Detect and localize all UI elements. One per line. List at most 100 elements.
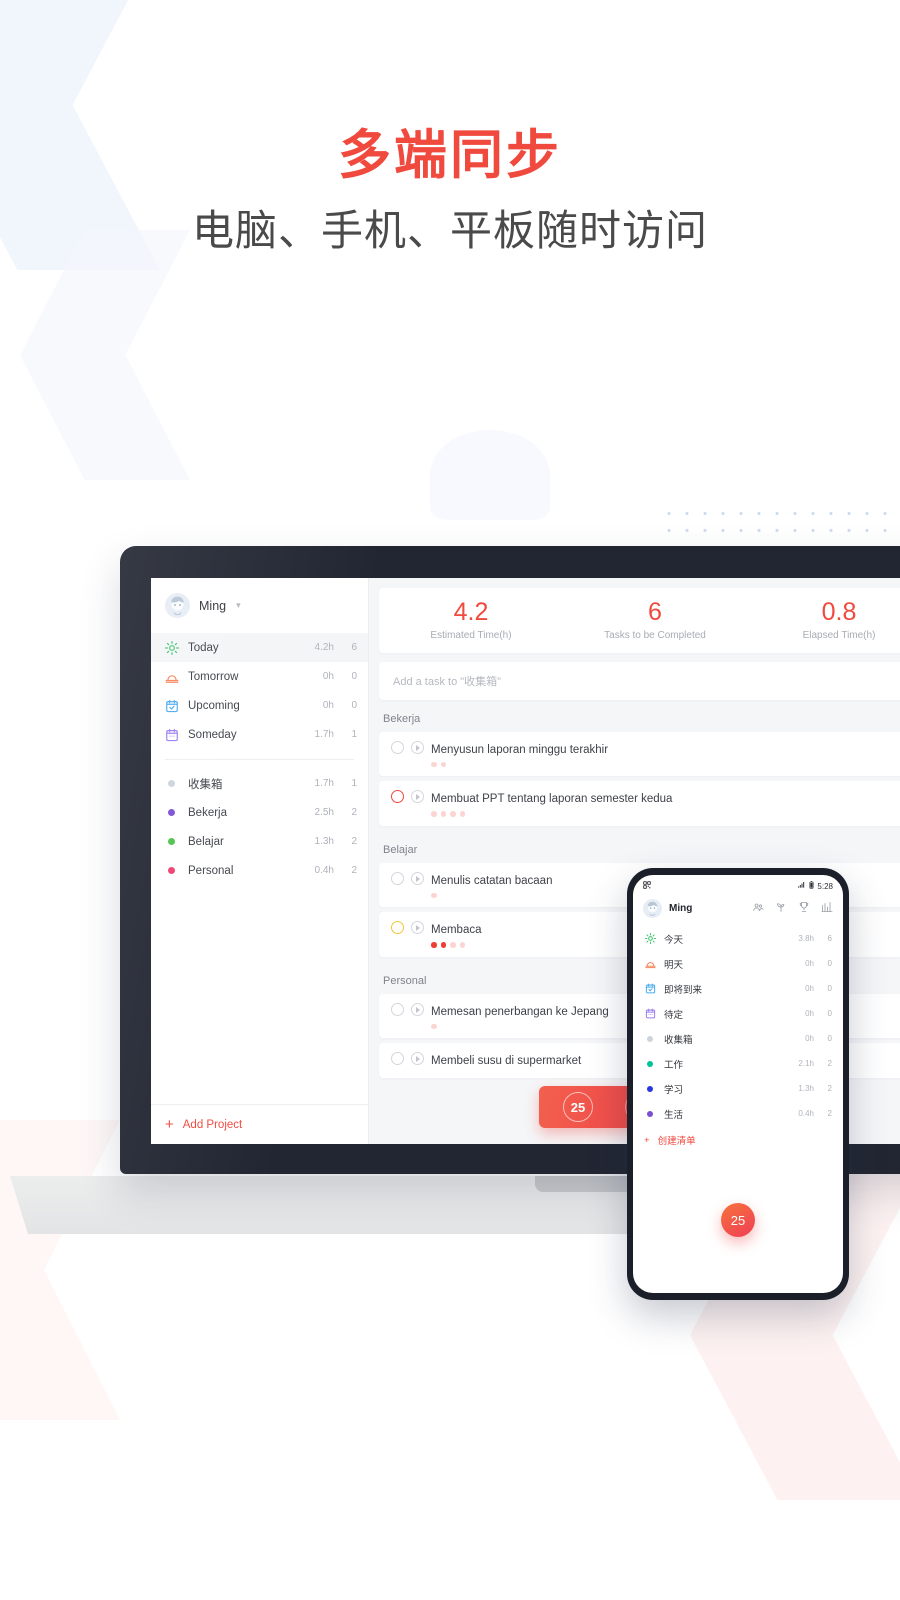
task-checkbox[interactable] (391, 1002, 404, 1016)
phone-item-time: 3.8h (798, 934, 814, 943)
phone-status-bar: 5:28 (633, 875, 843, 893)
add-project-button[interactable]: + Add Project (151, 1104, 368, 1144)
task-body: Menyusun laporan minggu terakhir (431, 740, 900, 767)
phone-item-count: 2 (827, 1084, 832, 1093)
task-group-title: Belajar (383, 843, 418, 856)
phone-project-study[interactable]: 学习 1.3h 2 (633, 1076, 843, 1101)
project-dot-icon (644, 1108, 656, 1120)
calendar-check-icon (644, 983, 656, 995)
task-group-title: Bekerja (383, 712, 421, 725)
sidebar-item-today[interactable]: Today 4.2h 6 (151, 633, 368, 662)
sidebar-item-time: 1.7h (314, 778, 334, 789)
desktop-sidebar: Ming ▾ Today 4.2h 6 Tomorrow 0h 0 Upcomi… (151, 578, 369, 1144)
sidebar-item-count: 0 (351, 700, 357, 711)
task-checkbox[interactable] (391, 921, 404, 934)
add-task-input[interactable]: Add a task to "收集箱" (379, 661, 900, 700)
qr-code-icon (643, 881, 651, 891)
sidebar-item-label: 收集箱 (188, 778, 223, 791)
play-icon[interactable] (411, 790, 424, 803)
sidebar-item-count: 2 (351, 865, 357, 876)
phone-mockup: 5:28 Ming 今天 3.8h 6 明天 0h 0 即将到来 0h 0 待定… (627, 868, 849, 1300)
sidebar-item-time: 0.4h (314, 865, 334, 876)
phone-project-work[interactable]: 工作 2.1h 2 (633, 1051, 843, 1076)
calendar-check-icon (164, 698, 179, 713)
phone-item-count: 2 (827, 1109, 832, 1118)
pomodoro-fab[interactable]: 25 (721, 1203, 755, 1237)
phone-item-count: 0 (827, 1034, 832, 1043)
sidebar-item-time: 1.7h (314, 729, 334, 740)
sidebar-project-bekerja[interactable]: Bekerja 2.5h 2 (151, 798, 368, 827)
play-icon[interactable] (411, 740, 424, 754)
sidebar-item-count: 1 (351, 778, 357, 789)
play-icon[interactable] (411, 1052, 424, 1065)
phone-item-label: 明天 (664, 959, 684, 971)
project-dot-icon (164, 834, 179, 849)
sidebar-project-belajar[interactable]: Belajar 1.3h 2 (151, 827, 368, 856)
phone-item-label: 收集箱 (664, 1034, 693, 1046)
task-title: Menulis catatan bacaan (431, 874, 553, 887)
stats-bar: 4.2 Estimated Time(h) 6 Tasks to be Comp… (379, 588, 900, 653)
sidebar-item-time: 4.2h (314, 642, 334, 653)
sunrise-icon (164, 669, 179, 684)
avatar[interactable] (643, 899, 662, 918)
user-profile-button[interactable]: Ming ▾ (151, 578, 368, 631)
phone-item-count: 6 (827, 934, 832, 943)
smart-list-nav: Today 4.2h 6 Tomorrow 0h 0 Upcoming 0h 0… (151, 631, 368, 885)
stat-label: Estimated Time(h) (430, 629, 512, 641)
sidebar-item-count: 1 (351, 729, 357, 740)
people-icon[interactable] (752, 900, 764, 918)
sidebar-item-tomorrow[interactable]: Tomorrow 0h 0 (151, 662, 368, 691)
sidebar-item-time: 2.5h (314, 807, 334, 818)
phone-item-upcoming[interactable]: 即将到来 0h 0 (633, 976, 843, 1001)
sidebar-project-personal[interactable]: Personal 0.4h 2 (151, 856, 368, 885)
calendar-icon (164, 727, 179, 742)
phone-item-time: 0h (805, 984, 814, 993)
task-checkbox[interactable] (391, 1052, 404, 1065)
create-list-button[interactable]: + 创建清单 (633, 1126, 843, 1154)
sidebar-item-upcoming[interactable]: Upcoming 0h 0 (151, 691, 368, 720)
blob-decoration-center (430, 430, 550, 520)
sprout-icon[interactable] (775, 900, 787, 918)
sun-icon (644, 933, 656, 945)
phone-item-label: 工作 (664, 1059, 684, 1071)
trophy-icon[interactable] (798, 900, 810, 918)
phone-item-someday[interactable]: 待定 0h 0 (633, 1001, 843, 1026)
sidebar-item-someday[interactable]: Someday 1.7h 1 (151, 720, 368, 749)
phone-item-time: 0h (805, 1034, 814, 1043)
sunrise-icon (644, 958, 656, 970)
play-icon[interactable] (411, 921, 424, 934)
status-indicators: 5:28 (797, 881, 833, 891)
task-checkbox[interactable] (391, 790, 404, 803)
phone-item-tomorrow[interactable]: 明天 0h 0 (633, 951, 843, 976)
phone-user-name: Ming (669, 903, 693, 914)
task-checkbox[interactable] (391, 871, 404, 885)
table-row[interactable]: Menyusun laporan minggu terakhir (379, 731, 900, 776)
stat-label: Elapsed Time(h) (802, 629, 876, 641)
sidebar-item-time: 0h (322, 700, 334, 711)
phone-project-inbox[interactable]: 收集箱 0h 0 (633, 1026, 843, 1051)
phone-screen: 5:28 Ming 今天 3.8h 6 明天 0h 0 即将到来 0h 0 待定… (633, 875, 843, 1293)
table-row[interactable]: Membuat PPT tentang laporan semester ked… (379, 781, 900, 826)
sidebar-project-inbox[interactable]: 收集箱 1.7h 1 (151, 769, 368, 798)
status-time: 5:28 (817, 881, 833, 891)
sidebar-item-label: Personal (188, 864, 234, 877)
task-checkbox[interactable] (391, 740, 404, 754)
chevron-decoration-bottom-left (0, 1120, 120, 1420)
phone-item-label: 即将到来 (664, 984, 703, 996)
play-icon[interactable] (411, 871, 424, 885)
chevron-down-icon[interactable]: ▾ (236, 600, 241, 611)
task-title: Menyusun laporan minggu terakhir (431, 743, 609, 756)
phone-project-life[interactable]: 生活 0.4h 2 (633, 1101, 843, 1126)
phone-item-time: 2.1h (798, 1059, 814, 1068)
plus-icon: + (165, 1116, 174, 1133)
calendar-icon (644, 1008, 656, 1020)
project-dot-icon (164, 863, 179, 878)
play-icon[interactable] (411, 1002, 424, 1016)
hero-subtitle: 电脑、手机、平板随时访问 (191, 207, 708, 255)
sidebar-item-time: 1.3h (314, 836, 334, 847)
sidebar-item-count: 2 (351, 836, 357, 847)
phone-item-today[interactable]: 今天 3.8h 6 (633, 926, 843, 951)
chart-icon[interactable] (821, 900, 833, 918)
sidebar-item-count: 2 (351, 807, 357, 818)
